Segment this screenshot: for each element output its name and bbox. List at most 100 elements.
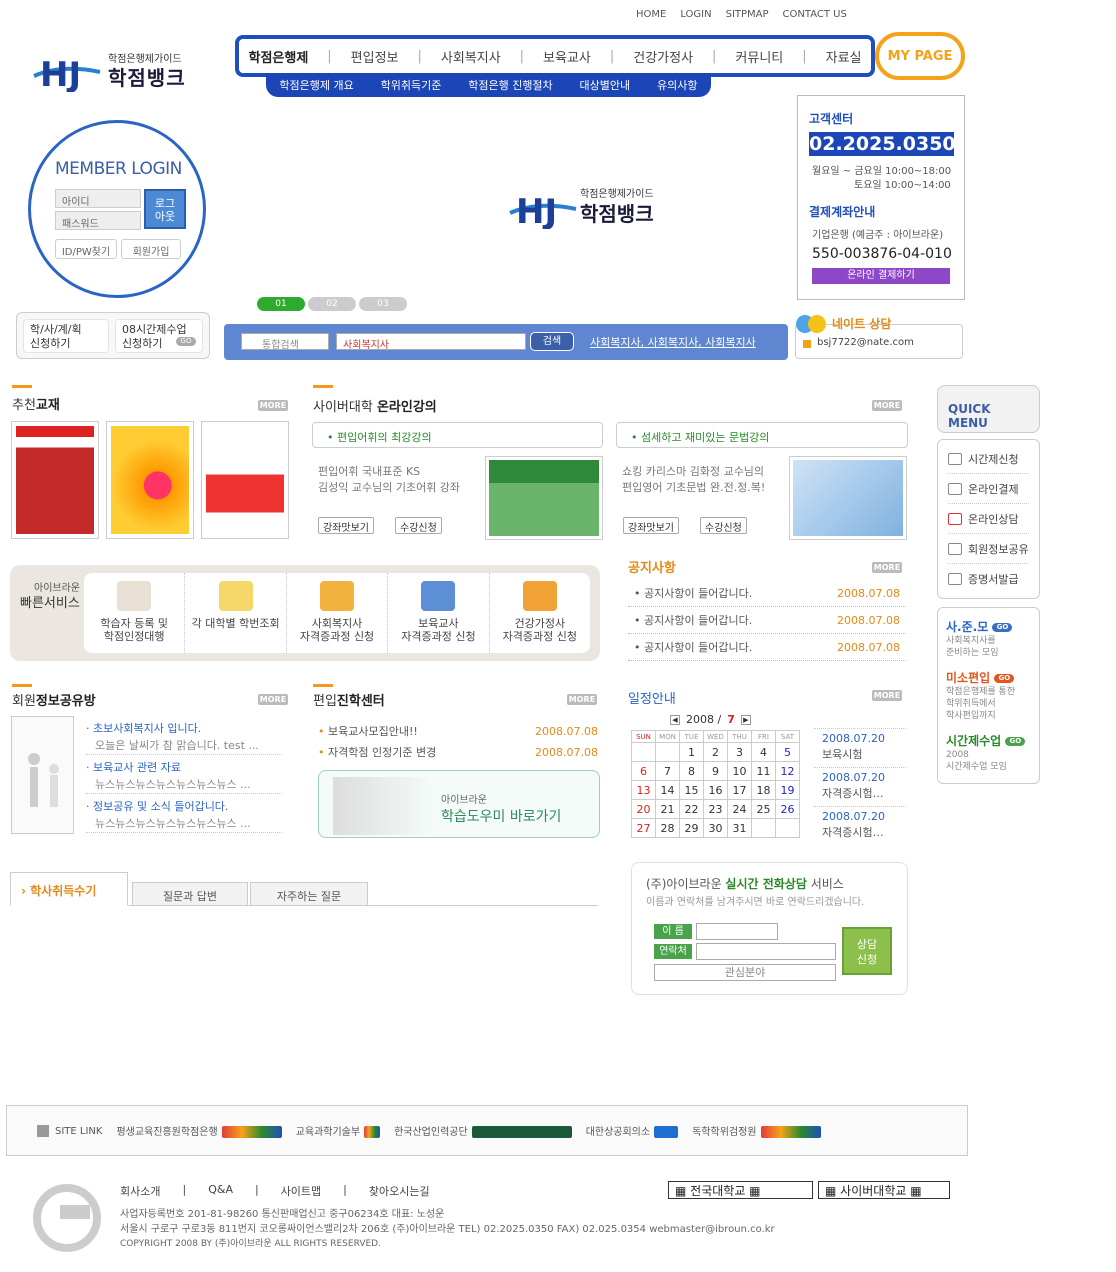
banner-tab-3[interactable]: 03 — [359, 297, 407, 311]
find-idpw-button[interactable]: ID/PW찾기 — [55, 239, 117, 259]
calendar-day[interactable] — [631, 742, 656, 762]
nav-credit-bank[interactable]: 학점은행제 — [248, 47, 308, 66]
nav-social-worker[interactable]: 사회복지사 — [441, 47, 501, 66]
calendar-day[interactable]: 28 — [655, 818, 680, 838]
quick-item-consult[interactable]: 온라인상담 — [948, 504, 1029, 534]
lecture-2-enroll-button[interactable]: 수강신청 — [700, 517, 747, 534]
calendar-day[interactable] — [751, 818, 776, 838]
tab-qna[interactable]: 질문과 답변 — [132, 882, 248, 906]
calendar-day[interactable]: 24 — [727, 799, 752, 819]
lecture-1-thumbnail[interactable] — [485, 456, 603, 540]
schedule-more-button[interactable]: MORE — [872, 690, 902, 701]
share-item[interactable]: · 정보공유 및 소식 들어갑니다. 뉴스뉴스뉴스뉴스뉴스뉴스뉴스 ... — [86, 798, 282, 833]
fast-item-lookup[interactable]: 각 대학별 학번조회 — [185, 573, 287, 653]
site-logo[interactable]: HJ 학점은행제가이드 학점뱅크 — [32, 48, 202, 96]
nate-email[interactable]: bsj7722@nate.com — [817, 337, 914, 348]
subnav-degree-criteria[interactable]: 학위취득기준 — [381, 77, 442, 93]
calendar-day[interactable]: 14 — [655, 780, 680, 800]
calendar-day[interactable]: 3 — [727, 742, 752, 762]
fast-item-register[interactable]: 학습자 등록 및 학점인정대행 — [84, 573, 186, 653]
id-input[interactable]: 아이디 — [55, 189, 141, 208]
calendar-day[interactable]: 13 — [631, 780, 656, 800]
calendar-day[interactable]: 4 — [751, 742, 776, 762]
plan-apply-button[interactable]: 학/사/계/획 신청하기 — [23, 319, 109, 353]
site-link-item[interactable]: 평생교육진흥원학점은행 — [116, 1123, 282, 1138]
interest-select[interactable]: 관심분야 — [654, 964, 836, 981]
banner-tab-2[interactable]: 02 — [308, 297, 356, 311]
calendar-day[interactable]: 27 — [631, 818, 656, 838]
calendar-day[interactable]: 20 — [631, 799, 656, 819]
subnav-notes[interactable]: 유의사항 — [657, 77, 697, 93]
hour-class-apply-button[interactable]: 08시간제수업 신청하기 GO — [115, 319, 203, 353]
search-input[interactable]: 사회복지사 — [336, 333, 526, 351]
site-link-item[interactable]: 한국산업인력공단 — [394, 1123, 572, 1138]
calendar-day[interactable]: 8 — [679, 761, 704, 781]
calendar-day[interactable]: 1 — [679, 742, 704, 762]
name-input[interactable] — [696, 923, 778, 940]
nav-community[interactable]: 커뮤니티 — [735, 47, 783, 66]
calendar-day[interactable]: 7 — [655, 761, 680, 781]
banner-tab-1[interactable]: 01 — [257, 297, 305, 311]
calendar-day[interactable]: 23 — [703, 799, 728, 819]
calendar-day[interactable] — [775, 818, 800, 838]
quick-item-certificate[interactable]: 증명서발급 — [948, 564, 1029, 594]
cyber-university-select[interactable]: ▦ 사이버대학교 ▦ — [818, 1181, 950, 1199]
calendar-day[interactable]: 5 — [775, 742, 800, 762]
footer-sitemap-link[interactable]: 사이트맵 — [281, 1183, 321, 1199]
share-item[interactable]: · 보육교사 관련 자료 뉴스뉴스뉴스뉴스뉴스뉴스뉴스 ... — [86, 759, 282, 794]
quick-item-hour-class[interactable]: 시간제신청 — [948, 444, 1029, 474]
calendar-day[interactable]: 22 — [679, 799, 704, 819]
cyber-more-button[interactable]: MORE — [872, 400, 902, 411]
calendar-day[interactable]: 21 — [655, 799, 680, 819]
share-more-button[interactable]: MORE — [258, 694, 288, 705]
lecture-2-thumbnail[interactable] — [789, 456, 907, 540]
home-link[interactable]: HOME — [636, 9, 666, 20]
notice-item[interactable]: • 공지사항이 들어갑니다. 2008.07.08 — [628, 634, 906, 661]
logout-button[interactable]: 로그 아웃 — [144, 189, 186, 229]
event-item[interactable]: 2008.07.20 자격증시험… — [814, 806, 906, 845]
calendar-day[interactable]: 10 — [727, 761, 752, 781]
join-button[interactable]: 회원가입 — [121, 239, 181, 259]
calendar-day[interactable]: 17 — [727, 780, 752, 800]
password-input[interactable]: 패스워드 — [55, 211, 141, 230]
tab-faq[interactable]: 자주하는 질문 — [250, 882, 368, 906]
lecture-1-preview-button[interactable]: 강좌맛보기 — [318, 517, 374, 534]
calendar-day[interactable]: 18 — [751, 780, 776, 800]
contact-link[interactable]: CONTACT US — [783, 9, 847, 20]
footer-directions-link[interactable]: 찾아오시는길 — [369, 1183, 430, 1199]
notice-item[interactable]: • 공지사항이 들어갑니다. 2008.07.08 — [628, 607, 906, 634]
university-select[interactable]: ▦ 전국대학교 ▦ — [668, 1181, 813, 1199]
nav-transfer[interactable]: 편입정보 — [351, 47, 399, 66]
calendar-day[interactable]: 12 — [775, 761, 800, 781]
fast-item-family[interactable]: 건강가정사 자격증과정 신청 — [490, 573, 590, 653]
lecture-1-header[interactable]: • 편입어휘의 최강강의 — [312, 422, 603, 448]
study-helper-banner[interactable]: 아이브라운 학습도우미 바로가기 — [318, 770, 600, 838]
footer-qna-link[interactable]: Q&A — [208, 1183, 233, 1199]
sitemap-link[interactable]: SITPMAP — [726, 9, 769, 20]
transfer-item[interactable]: • 보육교사모집안내!! 2008.07.08 — [318, 721, 598, 742]
book-cover-2[interactable] — [106, 421, 194, 539]
subnav-overview[interactable]: 학점은행제 개요 — [279, 77, 353, 93]
calendar-day[interactable] — [655, 742, 680, 762]
calendar-day[interactable]: 29 — [679, 818, 704, 838]
group-sajunmo[interactable]: 사.준.모 GO 사회복지사를 준비하는 모임 — [946, 618, 1031, 659]
notice-more-button[interactable]: MORE — [872, 562, 902, 573]
calendar-day[interactable]: 9 — [703, 761, 728, 781]
fast-item-social[interactable]: 사회복지사 자격증과정 신청 — [287, 573, 389, 653]
books-more-button[interactable]: MORE — [258, 400, 288, 411]
nav-resources[interactable]: 자료실 — [826, 47, 862, 66]
quick-item-payment[interactable]: 온라인결제 — [948, 474, 1029, 504]
login-link[interactable]: LOGIN — [680, 9, 711, 20]
lecture-2-header[interactable]: • 섬세하고 재미있는 문법강의 — [616, 422, 908, 448]
subnav-procedure[interactable]: 학점은행 진행절차 — [468, 77, 552, 93]
event-item[interactable]: 2008.07.20 보육시험 — [814, 728, 906, 767]
site-link-item[interactable]: 교육과학기술부 — [296, 1123, 381, 1138]
transfer-item[interactable]: • 자격학점 인정기준 변경 2008.07.08 — [318, 742, 598, 763]
group-hour-class[interactable]: 시간제수업 GO 2008 시간제수업 모임 — [946, 732, 1031, 773]
search-category-select[interactable]: 통합검색 — [241, 333, 329, 351]
calendar-day[interactable]: 26 — [775, 799, 800, 819]
site-link-item[interactable]: 독학학위검정원 — [692, 1123, 821, 1138]
popular-keywords[interactable]: 사회복지사, 사회복지사, 사회복지사 — [590, 334, 756, 350]
nav-childcare[interactable]: 보육교사 — [543, 47, 591, 66]
calendar-day[interactable]: 15 — [679, 780, 704, 800]
